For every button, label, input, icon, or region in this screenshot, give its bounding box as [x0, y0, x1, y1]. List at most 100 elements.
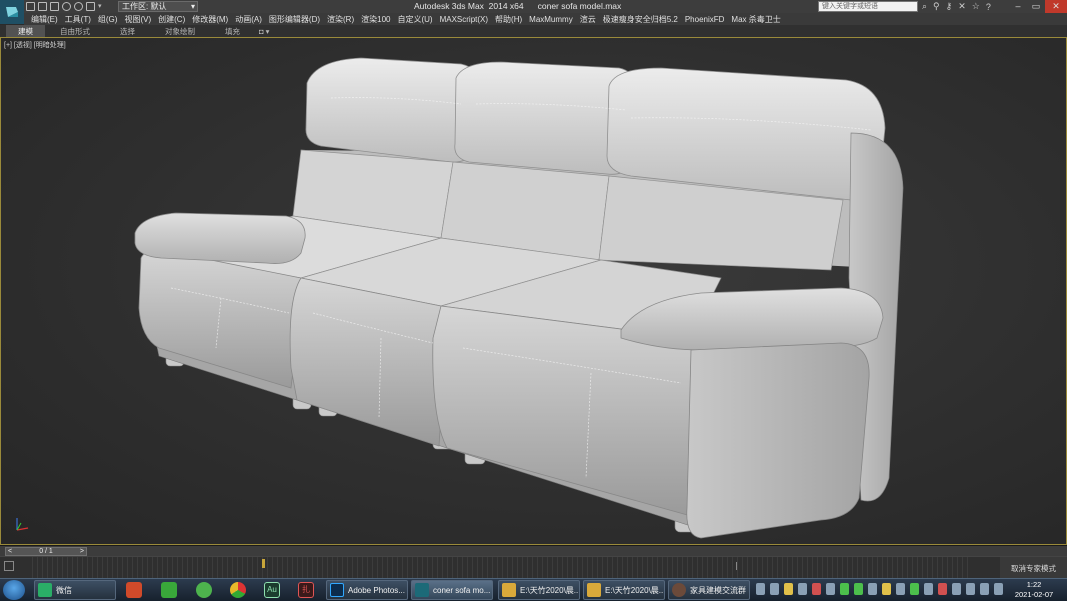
tray-icon[interactable]	[952, 583, 961, 595]
dropdown-icon[interactable]: ▾	[98, 2, 107, 11]
network-icon[interactable]	[966, 583, 975, 595]
tab-selection[interactable]: 选择	[105, 26, 150, 37]
tab-freeform[interactable]: 自由形式	[45, 26, 105, 37]
perspective-viewport[interactable]: [+] [透视] [明暗处理]	[0, 37, 1067, 545]
menu-item[interactable]: 视图(V)	[124, 14, 151, 25]
star-icon[interactable]: ☆	[972, 1, 980, 12]
next-frame-button[interactable]: >	[80, 548, 84, 555]
camtasia-icon[interactable]	[161, 582, 177, 598]
taskbar-app[interactable]: 微信	[34, 580, 116, 600]
help-icon[interactable]: ?	[986, 2, 991, 12]
system-clock[interactable]: 1:22 2021-02-07	[1010, 580, 1058, 600]
photoshop-icon	[330, 583, 344, 597]
track-bar[interactable]	[0, 556, 1000, 579]
green-app-icon[interactable]	[196, 582, 212, 598]
tray-icon[interactable]	[784, 583, 793, 595]
window-title: Autodesk 3ds Max 2014 x64 coner sofa mode…	[414, 0, 635, 13]
time-slider[interactable]: < 0 / 1 >	[5, 547, 87, 556]
prev-frame-button[interactable]: <	[8, 548, 12, 555]
app-logo-icon[interactable]	[0, 0, 24, 24]
tray-icon[interactable]	[854, 583, 863, 595]
audition-icon[interactable]: Au	[264, 582, 280, 598]
open-file-icon[interactable]	[38, 2, 47, 11]
minimize-icon[interactable]: –	[1009, 0, 1027, 13]
exchange-icon[interactable]: ✕	[958, 1, 966, 12]
menu-item[interactable]: 渲云	[580, 14, 596, 25]
tray-icon[interactable]	[994, 583, 1003, 595]
title-bar: ▾ 工作区: 默认 ▾ Autodesk 3ds Max 2014 x64 con…	[0, 0, 1067, 24]
taskbar-app[interactable]: Adobe Photos...	[326, 580, 408, 600]
project-folder-icon[interactable]	[86, 2, 95, 11]
save-file-icon[interactable]	[50, 2, 59, 11]
menu-item[interactable]: 自定义(U)	[397, 14, 432, 25]
menu-item[interactable]: 工具(T)	[65, 14, 91, 25]
menu-item[interactable]: 编辑(E)	[31, 14, 58, 25]
close-icon[interactable]: ✕	[1045, 0, 1067, 13]
menu-item[interactable]: 动画(A)	[235, 14, 262, 25]
menu-item[interactable]: 渲染(R)	[327, 14, 354, 25]
tray-icon[interactable]	[924, 583, 933, 595]
tray-icon[interactable]	[770, 583, 779, 595]
undo-icon[interactable]	[62, 2, 71, 11]
menu-item[interactable]: Max 杀毒卫士	[731, 14, 780, 25]
menu-item[interactable]: 渲染100	[361, 14, 390, 25]
taskbar-app-label: 微信	[56, 585, 72, 595]
menu-item[interactable]: 图形编辑器(D)	[269, 14, 320, 25]
menu-item[interactable]: MaxMummy	[529, 15, 573, 24]
chevron-down-icon: ▾	[190, 2, 195, 11]
menu-item[interactable]: MAXScript(X)	[440, 15, 488, 24]
menu-item[interactable]: 组(G)	[98, 14, 118, 25]
tray-icon[interactable]	[812, 583, 821, 595]
track-ticks	[28, 557, 970, 579]
tray-icon[interactable]	[826, 583, 835, 595]
app-title: Autodesk 3ds Max 2014 x64	[414, 1, 524, 11]
maximize-icon[interactable]: ▭	[1027, 0, 1045, 13]
kuaishou-icon[interactable]: 扎	[298, 582, 314, 598]
tray-icon[interactable]	[840, 583, 849, 595]
menu-item[interactable]: PhoenixFD	[685, 15, 725, 24]
menu-item[interactable]: 极速瘦身安全归档5.2	[603, 14, 678, 25]
expert-mode-button[interactable]: 取消专家模式	[1000, 556, 1067, 579]
folder-icon	[502, 583, 516, 597]
frame-counter: 0 / 1	[39, 548, 53, 555]
tab-object-paint[interactable]: 对象绘制	[150, 26, 210, 37]
key-icon[interactable]: ⚷	[946, 1, 953, 12]
taskbar-app[interactable]: E:\天竹2020\晨...	[583, 580, 665, 600]
new-file-icon[interactable]	[26, 2, 35, 11]
tray-icon[interactable]	[756, 583, 765, 595]
menu-item[interactable]: 修改器(M)	[192, 14, 228, 25]
taskbar-app-active[interactable]: coner sofa mo...	[411, 580, 493, 600]
folder-icon	[587, 583, 601, 597]
wechat-icon	[38, 583, 52, 597]
menu-item[interactable]: 帮助(H)	[495, 14, 522, 25]
tray-icon[interactable]	[910, 583, 919, 595]
tray-icon[interactable]	[896, 583, 905, 595]
chrome-icon[interactable]	[230, 582, 246, 598]
taskbar-app-label: E:\天竹2020\晨...	[605, 585, 665, 595]
ribbon-toggle-icon[interactable]: ◘ ▾	[255, 27, 273, 36]
tab-populate[interactable]: 填充	[210, 26, 255, 37]
cad-icon[interactable]	[126, 582, 142, 598]
workspace-dropdown[interactable]: 工作区: 默认 ▾	[118, 1, 198, 12]
search-icon[interactable]: ⚲	[933, 1, 940, 12]
volume-icon[interactable]	[980, 583, 989, 595]
taskbar-app-label: 家具建模交流群	[690, 585, 746, 595]
keyframe-marker[interactable]	[262, 559, 265, 568]
menu-item[interactable]: 创建(C)	[158, 14, 185, 25]
taskbar-app[interactable]: 家具建模交流群	[668, 580, 750, 600]
binoculars-icon[interactable]: ⌕	[922, 1, 927, 12]
track-marker	[736, 562, 737, 570]
curve-editor-icon[interactable]	[4, 561, 14, 571]
tray-icon[interactable]	[868, 583, 877, 595]
tray-icon[interactable]	[938, 583, 947, 595]
group-chat-icon	[672, 583, 686, 597]
tab-modeling[interactable]: 建模	[6, 24, 45, 38]
redo-icon[interactable]	[74, 2, 83, 11]
taskbar-app[interactable]: E:\天竹2020\晨...	[498, 580, 580, 600]
file-name: coner sofa model.max	[537, 1, 622, 11]
menu-bar: 编辑(E) 工具(T) 组(G) 视图(V) 创建(C) 修改器(M) 动画(A…	[24, 13, 1067, 25]
search-input[interactable]: 键入关键字或短语	[818, 1, 918, 12]
tray-icon[interactable]	[882, 583, 891, 595]
start-button[interactable]	[3, 580, 25, 600]
tray-icon[interactable]	[798, 583, 807, 595]
